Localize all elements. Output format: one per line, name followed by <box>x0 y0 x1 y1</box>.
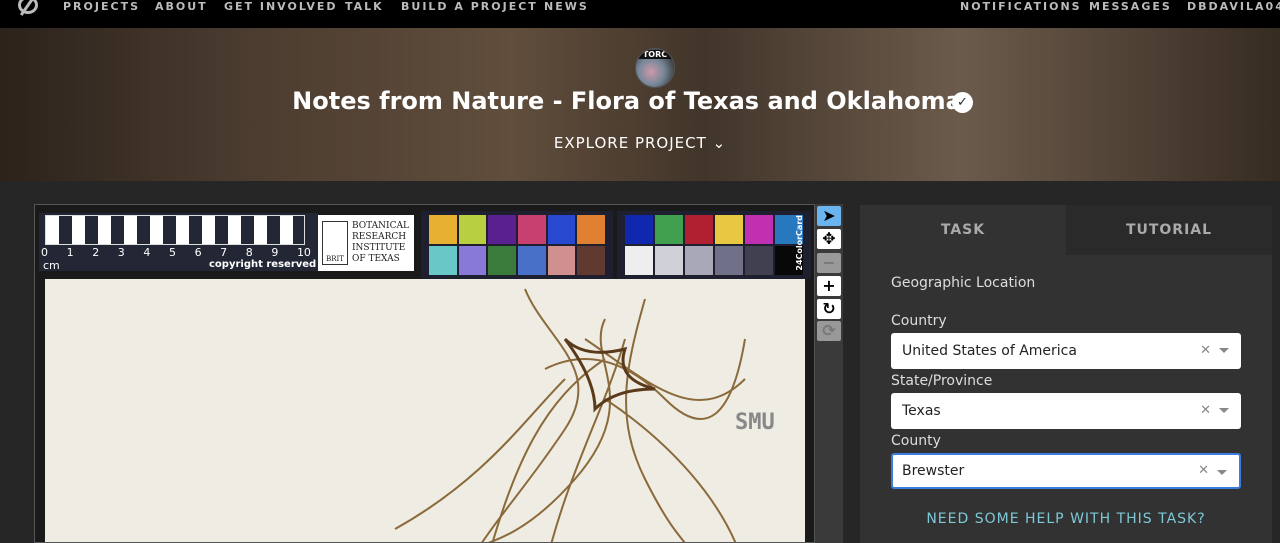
color-chart-1 <box>421 211 613 279</box>
explore-project-button[interactable]: EXPLORE PROJECT ⌄ <box>0 134 1280 152</box>
ruler-number: 6 <box>194 246 202 259</box>
zooniverse-logo-icon[interactable] <box>18 0 38 14</box>
ruler-number: 7 <box>220 246 228 259</box>
ruler-number: 2 <box>92 246 100 259</box>
project-avatar[interactable]: TORC <box>635 48 675 88</box>
nav-projects[interactable]: PROJECTS <box>63 0 140 13</box>
scale-ruler: 0 1 2 3 4 5 6 7 8 9 10 cm copyright reserved <box>39 213 318 272</box>
ruler-number: 1 <box>66 246 74 259</box>
plant-specimen: SMU <box>394 288 775 542</box>
nav-about[interactable]: ABOUT <box>155 0 208 13</box>
herbarium-sheet: SMU <box>45 279 805 542</box>
color-swatch <box>577 215 605 244</box>
section-heading: Geographic Location <box>891 275 1036 291</box>
explore-label: EXPLORE PROJECT <box>553 134 707 152</box>
rotate-icon[interactable]: ↻ <box>817 299 841 319</box>
nav-notifications[interactable]: NOTIFICATIONS <box>960 0 1082 13</box>
help-link[interactable]: NEED SOME HELP WITH THIS TASK? <box>860 511 1272 527</box>
viewer-toolbar: ➤ ✥ − + ↻ ⟳ <box>815 204 843 543</box>
color-swatch <box>458 246 487 275</box>
color-swatch <box>625 215 653 244</box>
brit-label: BRIT BOTANICAL RESEARCH INSTITUTE OF TEX… <box>318 215 414 271</box>
project-title[interactable]: Notes from Nature - Flora of Texas and O… <box>0 87 1280 115</box>
chevron-down-icon: ⌄ <box>712 134 727 152</box>
nav-get-involved[interactable]: GET INVOLVED <box>224 0 338 13</box>
nav-talk[interactable]: TALK <box>345 0 384 13</box>
nav-news[interactable]: NEWS <box>544 0 589 13</box>
color-swatch <box>517 246 546 275</box>
zoom-out-icon[interactable]: − <box>817 253 841 273</box>
clear-icon[interactable]: ✕ <box>1198 455 1209 487</box>
state-select[interactable]: Texas ✕ <box>891 393 1241 429</box>
nav-build-project[interactable]: BUILD A PROJECT <box>401 0 538 13</box>
ruler-number: 5 <box>168 246 176 259</box>
brit-logo: BRIT <box>322 221 348 265</box>
country-select[interactable]: United States of America ✕ <box>891 333 1241 369</box>
color-swatch <box>429 215 457 244</box>
verified-check-icon: ✓ <box>952 92 973 113</box>
copyright: copyright reserved <box>209 259 317 270</box>
nav-messages[interactable]: MESSAGES <box>1089 0 1172 13</box>
chevron-down-icon[interactable] <box>1219 408 1229 418</box>
colorcard-label: 24ColorCard <box>795 215 804 271</box>
avatar-text: TORC <box>636 50 674 59</box>
pointer-tool-icon[interactable]: ➤ <box>817 206 841 226</box>
subject-viewer[interactable]: 0 1 2 3 4 5 6 7 8 9 10 cm copyright reserved BRIT … <box>34 204 815 543</box>
color-swatch <box>458 215 487 244</box>
color-swatch <box>517 215 546 244</box>
color-swatch <box>429 246 457 275</box>
color-swatch <box>625 246 653 275</box>
country-label: Country <box>891 313 947 329</box>
color-swatch <box>577 246 605 275</box>
color-swatch <box>547 215 576 244</box>
ruler-unit: cm <box>43 259 60 272</box>
move-tool-icon[interactable]: ✥ <box>817 229 841 249</box>
color-swatch <box>547 246 576 275</box>
nav-user-menu[interactable]: DBDAVILA04 <box>1187 0 1280 13</box>
color-chart-2 <box>617 211 811 279</box>
clear-icon[interactable]: ✕ <box>1200 393 1211 429</box>
color-swatch <box>488 246 516 275</box>
ruler-number: 3 <box>117 246 125 259</box>
ruler-number: 9 <box>271 246 279 259</box>
zoom-in-icon[interactable]: + <box>817 276 841 296</box>
county-label: County <box>891 433 941 449</box>
state-value: Texas <box>902 403 941 419</box>
ruler-number: 8 <box>245 246 253 259</box>
color-swatch <box>745 246 773 275</box>
clear-icon[interactable]: ✕ <box>1200 333 1211 369</box>
task-panel: TASK TUTORIAL Geographic Location Countr… <box>860 205 1272 543</box>
color-swatch <box>488 215 516 244</box>
top-nav: PROJECTS ABOUT GET INVOLVED TALK BUILD A… <box>0 0 1280 28</box>
color-swatch <box>715 246 743 275</box>
color-swatch <box>745 215 773 244</box>
county-value: Brewster <box>902 463 965 479</box>
ruler-ticks <box>45 215 305 245</box>
ruler-number: 4 <box>143 246 151 259</box>
state-label: State/Province <box>891 373 993 389</box>
chevron-down-icon[interactable] <box>1217 470 1227 480</box>
ruler-number: 0 <box>41 246 48 259</box>
tab-tutorial[interactable]: TUTORIAL <box>1066 205 1272 255</box>
tab-task[interactable]: TASK <box>860 205 1066 255</box>
smu-stamp: SMU <box>735 410 775 435</box>
color-swatch <box>655 246 683 275</box>
ruler-number: 10 <box>296 246 311 259</box>
color-swatch <box>655 215 683 244</box>
county-select[interactable]: Brewster ✕ <box>891 453 1241 489</box>
country-value: United States of America <box>902 343 1077 359</box>
color-swatch <box>715 215 743 244</box>
color-swatch <box>685 215 713 244</box>
chevron-down-icon[interactable] <box>1219 348 1229 358</box>
color-swatch <box>685 246 713 275</box>
institution-name: BOTANICAL RESEARCH INSTITUTE OF TEXAS <box>352 221 409 264</box>
reset-icon[interactable]: ⟳ <box>817 321 841 341</box>
